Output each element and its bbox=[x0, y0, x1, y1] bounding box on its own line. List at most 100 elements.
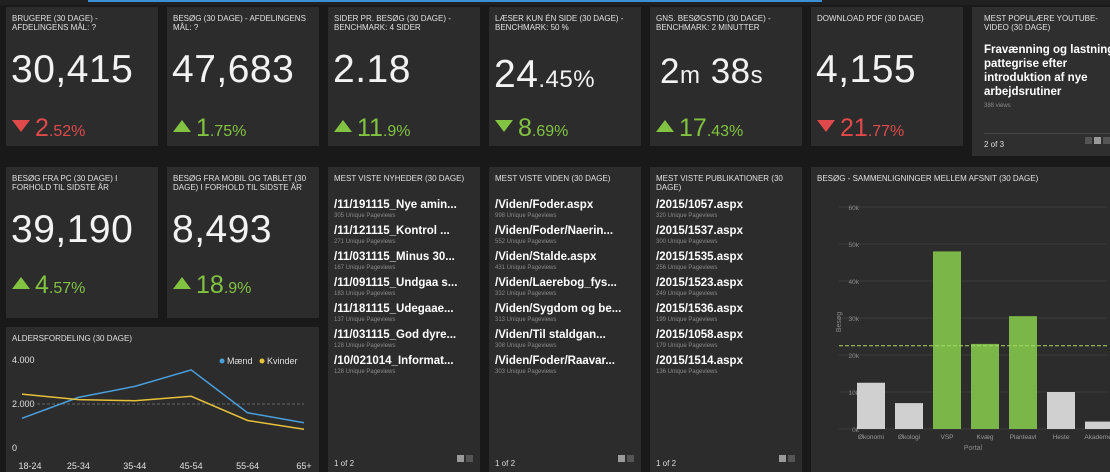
item-title[interactable]: /2015/1514.aspx bbox=[656, 354, 798, 368]
x-tick-label: Kvæg bbox=[977, 434, 994, 441]
pager-controls[interactable] bbox=[777, 449, 795, 467]
y-tick-label: 60k bbox=[849, 205, 860, 212]
item-title[interactable]: /2015/1058.aspx bbox=[656, 328, 798, 342]
list-item[interactable]: /2015/1537.aspx 300 Unique Pageviews bbox=[656, 224, 798, 247]
top-link[interactable] bbox=[88, 0, 822, 2]
item-sub: 128 Unique Pageviews bbox=[334, 343, 396, 349]
item-title[interactable]: /2015/1535.aspx bbox=[656, 250, 798, 264]
triangle-down-icon bbox=[495, 120, 513, 132]
list-item[interactable]: /11/031115_Minus 30... 167 Unique Pagevie… bbox=[334, 250, 476, 273]
kpi-delta: 1.75% bbox=[173, 114, 246, 143]
kpi-tile-besogstid: GNS. BESØGSTID (30 dage) - Benchmark: 2 … bbox=[650, 7, 802, 146]
item-title[interactable]: /2015/1537.aspx bbox=[656, 224, 798, 238]
bar-2 bbox=[933, 251, 961, 429]
list-item[interactable]: /11/191115_Nye amin... 305 Unique Pagevie… bbox=[334, 198, 476, 221]
x-tick-label: 25-34 bbox=[67, 461, 90, 471]
item-title[interactable]: /11/031115_Minus 30... bbox=[334, 250, 476, 264]
item-sub: 303 Unique Pageviews bbox=[495, 369, 557, 375]
item-title[interactable]: /Viden/Stalde.aspx bbox=[495, 250, 637, 264]
item-title[interactable]: /11/031115_God dyre... bbox=[334, 328, 476, 342]
triangle-up-icon bbox=[656, 120, 674, 132]
kpi-delta-main: 17 bbox=[679, 114, 707, 142]
list-item[interactable]: /11/091115_Undgaa s... 183 Unique Pagevie… bbox=[334, 276, 476, 299]
kpi-label: GNS. BESØGSTID (30 dage) - Benchmark: 2 … bbox=[656, 14, 771, 32]
item-title[interactable]: /11/091115_Undgaa s... bbox=[334, 276, 476, 290]
youtube-label: MEST POPULÆRE YOUTUBE-VIDEO (30 dage) bbox=[984, 14, 1098, 32]
page-dot-icon[interactable] bbox=[1094, 137, 1101, 144]
list-item[interactable]: /2015/1523.aspx 249 Unique Pageviews bbox=[656, 276, 798, 299]
kpi-delta-small: .43% bbox=[706, 123, 744, 140]
y-tick-label: 50k bbox=[849, 242, 860, 249]
kpi-delta: 18.9% bbox=[173, 271, 251, 300]
item-title[interactable]: /2015/1536.aspx bbox=[656, 302, 798, 316]
list-item[interactable]: /2015/1535.aspx 256 Unique Pageviews bbox=[656, 250, 798, 273]
item-title[interactable]: /Viden/Laerebog_fys... bbox=[495, 276, 637, 290]
x-tick-label: 55-64 bbox=[236, 461, 259, 471]
list-item[interactable]: /2015/1514.aspx 136 Unique Pageviews bbox=[656, 354, 798, 377]
list-item[interactable]: /Viden/Laerebog_fys... 332 Unique Pagevie… bbox=[495, 276, 637, 299]
list-item[interactable]: /Viden/Stalde.aspx 431 Unique Pageviews bbox=[495, 250, 637, 273]
list-item[interactable]: /Viden/Sygdom og be... 313 Unique Pagevie… bbox=[495, 302, 637, 325]
list-item[interactable]: /Viden/Foder/Raavar... 303 Unique Pagevie… bbox=[495, 354, 637, 377]
triangle-up-icon bbox=[334, 120, 352, 132]
pager-controls[interactable] bbox=[455, 449, 473, 467]
list-item[interactable]: /10/021014_Informat... 128 Unique Pagevie… bbox=[334, 354, 476, 377]
kpi-tile-sider: SIDER PR. BESØG (30 dage) - Benchmark: 4… bbox=[328, 7, 480, 146]
kpi-delta: 11.9% bbox=[334, 114, 411, 143]
item-title[interactable]: /Viden/Til staldgan... bbox=[495, 328, 637, 342]
page-dot-icon[interactable] bbox=[779, 455, 786, 462]
item-title[interactable]: /10/021014_Informat... bbox=[334, 354, 476, 368]
pager-text: 1 of 2 bbox=[495, 459, 516, 468]
item-title[interactable]: /Viden/Foder/Raavar... bbox=[495, 354, 637, 368]
page-dot-icon[interactable] bbox=[466, 455, 473, 462]
item-title[interactable]: /11/191115_Nye amin... bbox=[334, 198, 476, 212]
list-tile-viden: MEST VISTE VIDEN (30 dage) /Viden/Foder.… bbox=[489, 167, 641, 472]
x-tick-label: Planteavl bbox=[1010, 434, 1037, 441]
item-title[interactable]: /11/121115_Kontrol ... bbox=[334, 224, 476, 238]
item-title[interactable]: /Viden/Sygdom og be... bbox=[495, 302, 637, 316]
item-title[interactable]: /Viden/Foder/Naerin... bbox=[495, 224, 637, 238]
kpi-tile-pc: BESØG FRA PC (30 dage) I FORHOLD TIL SID… bbox=[6, 167, 158, 318]
list: /11/191115_Nye amin... 305 Unique Pagevie… bbox=[334, 198, 476, 380]
item-sub: 179 Unique Pageviews bbox=[656, 343, 718, 349]
item-sub: 431 Unique Pageviews bbox=[495, 265, 557, 271]
kpi-delta-small: .57% bbox=[48, 280, 86, 297]
kpi-tile-download: DOWNLOAD PDF (30 dage) 4,155 21.77% bbox=[811, 7, 963, 146]
page-dot-icon[interactable] bbox=[788, 455, 795, 462]
y-tick-label: 0 bbox=[12, 443, 17, 453]
list-item[interactable]: /Viden/Foder.aspx 998 Unique Pageviews bbox=[495, 198, 637, 221]
page-dot-icon[interactable] bbox=[1103, 137, 1110, 144]
list-item[interactable]: /11/121115_Kontrol ... 271 Unique Pagevie… bbox=[334, 224, 476, 247]
list-item[interactable]: /Viden/Foder/Naerin... 552 Unique Pagevie… bbox=[495, 224, 637, 247]
list-item[interactable]: /2015/1057.aspx 320 Unique Pageviews bbox=[656, 198, 798, 221]
kpi-delta-main: 11 bbox=[357, 114, 383, 142]
list-item[interactable]: /2015/1536.aspx 199 Unique Pageviews bbox=[656, 302, 798, 325]
page-dot-icon[interactable] bbox=[457, 455, 464, 462]
x-tick-label: Akademet bbox=[1084, 434, 1110, 441]
kpi-value-u1: m bbox=[679, 62, 701, 89]
item-title[interactable]: /2015/1057.aspx bbox=[656, 198, 798, 212]
page-dot-icon[interactable] bbox=[627, 455, 634, 462]
pager-controls[interactable] bbox=[616, 449, 634, 467]
bar-1 bbox=[895, 403, 923, 429]
page-dot-icon[interactable] bbox=[1085, 137, 1092, 144]
list-item[interactable]: /11/031115_God dyre... 128 Unique Pagevie… bbox=[334, 328, 476, 351]
triangle-up-icon bbox=[173, 277, 191, 289]
triangle-down-icon bbox=[817, 120, 835, 132]
top-bar bbox=[0, 0, 1110, 5]
item-title[interactable]: /11/181115_Udegaae... bbox=[334, 302, 476, 316]
youtube-video-title[interactable]: Fravænning og lastning af pattegrise eft… bbox=[984, 43, 1110, 99]
pager-controls[interactable] bbox=[1083, 131, 1110, 149]
item-sub: 249 Unique Pageviews bbox=[656, 291, 718, 297]
item-title[interactable]: /Viden/Foder.aspx bbox=[495, 198, 637, 212]
list-tile-nyheder: MEST VISTE NYHEDER (30 dage) /11/191115_… bbox=[328, 167, 480, 472]
page-dot-icon[interactable] bbox=[618, 455, 625, 462]
item-title[interactable]: /2015/1523.aspx bbox=[656, 276, 798, 290]
y-axis-label: Besøg bbox=[836, 312, 843, 332]
bar-5 bbox=[1047, 392, 1075, 429]
kpi-delta-small: .75% bbox=[209, 123, 247, 140]
list-item[interactable]: /Viden/Til staldgan... 308 Unique Pagevie… bbox=[495, 328, 637, 351]
list: /Viden/Foder.aspx 998 Unique Pageviews /V… bbox=[495, 198, 637, 380]
list-item[interactable]: /11/181115_Udegaae... 137 Unique Pageview… bbox=[334, 302, 476, 325]
list-item[interactable]: /2015/1058.aspx 179 Unique Pageviews bbox=[656, 328, 798, 351]
